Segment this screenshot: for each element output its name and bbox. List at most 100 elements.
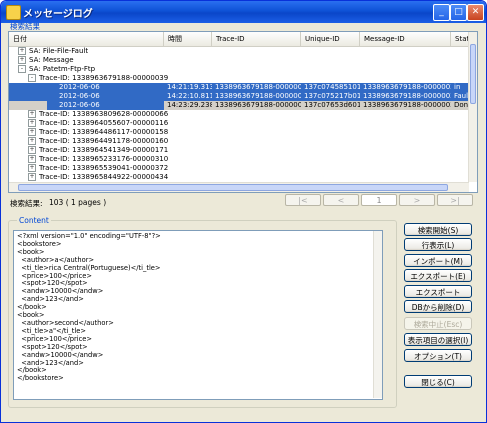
pager-page-number[interactable]: 1 <box>361 194 397 206</box>
cell-message: 1338963679188-00000039 <box>363 92 451 100</box>
data-row[interactable]: 2012-06-06 14:22:10.811 1338963679188-0000… <box>9 92 471 101</box>
trace-row[interactable]: + Trace-ID: 1338964055607-00000116 <box>9 119 469 128</box>
xml-content: <?xml version="1.0" encoding="UTF-8"?> <… <box>17 232 161 383</box>
minimize-button[interactable]: _ <box>433 4 450 21</box>
trace-row[interactable]: + Trace-ID: 1338964491178-00000160 <box>9 137 469 146</box>
cell-trace: 1338963679188-00000039 <box>215 101 301 109</box>
tree-node: + Trace-ID: 1338964486117-00000158 <box>25 128 425 137</box>
trace-id-label: Trace-ID: 1338963809628-00000066 <box>39 110 169 118</box>
cell-unique: 137c07653d601a <box>304 101 360 109</box>
close-window-button[interactable]: ✕ <box>467 4 484 21</box>
tree-node-label: SA: File-File-Fault <box>29 47 89 55</box>
trace-row[interactable]: + Trace-ID: 1338965233176-00000310 <box>9 155 469 164</box>
tree-node-label: SA: Message <box>29 56 74 64</box>
grid-hscroll-thumb[interactable] <box>18 184 448 191</box>
cell-trace: 1338963679188-00000039 <box>215 92 301 100</box>
expander-icon[interactable]: + <box>28 155 36 163</box>
cell-time: 14:23:29.238 <box>167 101 212 109</box>
import-button[interactable]: インポート(M) <box>404 254 472 267</box>
trace-row[interactable]: + Trace-ID: 1338964541349-00000171 <box>9 146 469 155</box>
trace-id-label: Trace-ID: 1338964486117-00000158 <box>39 128 169 136</box>
expander-icon[interactable]: + <box>28 164 36 172</box>
pager-last-button[interactable]: >| <box>437 194 473 206</box>
row-display-button[interactable]: 行表示(L) <box>404 238 472 251</box>
trace-id-label: Trace-ID: 1338964541349-00000171 <box>39 146 169 154</box>
select-display-items-button[interactable]: 表示項目の選択(I) <box>404 333 472 346</box>
cell-message: 1338963679188-00000039 <box>363 101 451 109</box>
expander-icon[interactable]: + <box>18 47 26 55</box>
tree-node: + Trace-ID: 1338964541349-00000171 <box>25 146 425 155</box>
expander-icon[interactable]: - <box>18 65 26 73</box>
tree-node: + Trace-ID: 1338965844922-00000434 <box>25 173 425 182</box>
tree-node: - SA: Patetm-Ftp-Ftp <box>15 65 415 74</box>
tree-node: + SA: File-File-Fault <box>15 47 415 56</box>
tree-node: - Trace-ID: 1338963679188-00000039 <box>25 74 425 83</box>
expander-icon[interactable]: + <box>28 119 36 127</box>
content-text-area[interactable]: <?xml version="1.0" encoding="UTF-8"?> <… <box>13 230 383 400</box>
maximize-button[interactable]: □ <box>450 4 467 21</box>
column-header-time[interactable]: 時間 <box>164 32 212 46</box>
cell-unique: 137c075217b019 <box>304 92 360 100</box>
search-start-button[interactable]: 検索開始(S) <box>404 223 472 236</box>
expander-icon[interactable]: + <box>28 146 36 154</box>
grid-rows: + SA: File-File-Fault + SA: Message - SA: Pat… <box>9 47 472 182</box>
expander-icon[interactable]: + <box>28 110 36 118</box>
pager-prev-button[interactable]: < <box>323 194 359 206</box>
window-title: メッセージログ <box>23 9 93 20</box>
trace-id-label: Trace-ID: 1338965233176-00000310 <box>39 155 169 163</box>
expander-icon[interactable]: + <box>28 137 36 145</box>
delete-from-db-button[interactable]: DBから削除(D) <box>404 300 472 313</box>
export-button[interactable]: エクスポート(E) <box>404 269 472 282</box>
trace-row[interactable]: + Trace-ID: 1338965844922-00000434 <box>9 173 469 182</box>
expander-icon[interactable]: + <box>18 56 26 64</box>
results-count-label: 検索結果: <box>10 199 43 208</box>
results-tree-grid[interactable]: 日付 時間 Trace-ID Unique-ID Message-ID Stat… <box>8 31 478 193</box>
pager-next-button[interactable]: > <box>399 194 435 206</box>
content-group-label: Content <box>17 216 51 225</box>
cell-unique: 137c0745851018 <box>304 83 360 91</box>
trace-row[interactable]: + Trace-ID: 1338965539041-00000372 <box>9 164 469 173</box>
tree-row[interactable]: + SA: File-File-Fault <box>9 47 469 56</box>
trace-id-label: Trace-ID: 1338964055607-00000116 <box>39 119 169 127</box>
tree-node-label: Trace-ID: 1338963679188-00000039 <box>39 74 169 82</box>
data-row[interactable]: 2012-06-06 14:23:29.238 1338963679188-0000… <box>9 101 472 110</box>
grid-header: 日付 時間 Trace-ID Unique-ID Message-ID Stat… <box>9 32 474 47</box>
close-button[interactable]: 閉じる(C) <box>404 375 472 388</box>
expander-icon[interactable]: + <box>28 173 36 181</box>
cell-time: 14:21:19.313 <box>167 83 212 91</box>
tree-node: + Trace-ID: 1338965233176-00000310 <box>25 155 425 164</box>
grid-vertical-scrollbar[interactable] <box>468 32 477 182</box>
trace-id-label: Trace-ID: 1338965844922-00000434 <box>39 173 169 181</box>
column-header-unique-id[interactable]: Unique-ID <box>301 32 360 46</box>
options-button[interactable]: オプション(T) <box>404 349 472 362</box>
results-count-value: 103 ( 1 pages ) <box>49 198 107 207</box>
tree-row[interactable]: + SA: Message <box>9 56 469 65</box>
expander-icon[interactable]: - <box>28 74 36 82</box>
tree-row[interactable]: - SA: Patetm-Ftp-Ftp <box>9 65 469 74</box>
grid-horizontal-scrollbar[interactable] <box>9 182 469 192</box>
tree-node: + Trace-ID: 1338964491178-00000160 <box>25 137 425 146</box>
pager-first-button[interactable]: |< <box>285 194 321 206</box>
tree-node-label: SA: Patetm-Ftp-Ftp <box>29 65 96 73</box>
data-row[interactable]: 2012-06-06 14:21:19.313 1338963679188-0000… <box>9 83 469 92</box>
cell-time: 14:22:10.811 <box>167 92 212 100</box>
column-header-message-id[interactable]: Message-ID <box>360 32 451 46</box>
column-header-trace-id[interactable]: Trace-ID <box>212 32 301 46</box>
content-vertical-scrollbar[interactable] <box>373 231 382 398</box>
search-stop-button[interactable]: 検索中止(Esc) <box>404 317 472 330</box>
expander-icon[interactable]: + <box>28 128 36 136</box>
column-header-date[interactable]: 日付 <box>9 32 164 46</box>
cell-date: 2012-06-06 <box>59 92 100 100</box>
export-csv-button[interactable]: エクスポートCSV(O) <box>404 285 472 310</box>
tree-node: + SA: Message <box>15 56 415 65</box>
tree-row[interactable]: - Trace-ID: 1338963679188-00000039 <box>9 74 469 83</box>
trace-row[interactable]: + Trace-ID: 1338963809628-00000066 <box>9 110 469 119</box>
title-bar[interactable]: メッセージログ _ □ ✕ <box>1 1 486 23</box>
tree-node: + Trace-ID: 1338964055607-00000116 <box>25 119 425 128</box>
cell-date: 2012-06-06 <box>47 101 164 110</box>
tree-node: + Trace-ID: 1338965539041-00000372 <box>25 164 425 173</box>
trace-row[interactable]: + Trace-ID: 1338964486117-00000158 <box>9 128 469 137</box>
cell-date: 2012-06-06 <box>59 83 100 91</box>
grid-vscroll-thumb[interactable] <box>470 44 476 104</box>
tree-node: + Trace-ID: 1338963809628-00000066 <box>25 110 425 119</box>
